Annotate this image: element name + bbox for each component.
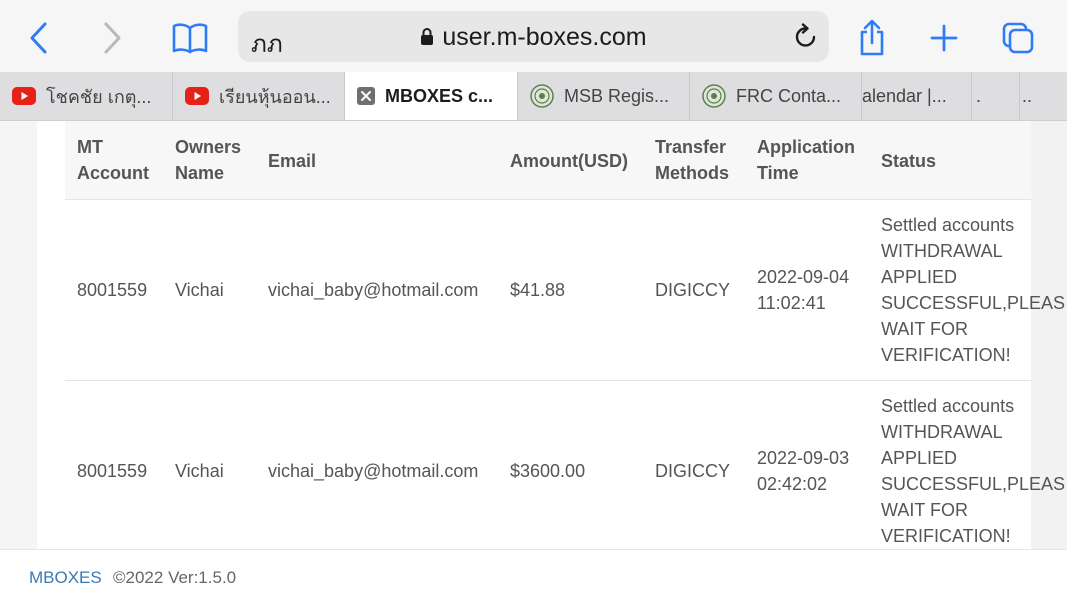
url-display: user.m-boxes.com [238, 23, 829, 52]
forward-button[interactable] [93, 18, 133, 58]
chevron-right-icon [104, 22, 121, 54]
book-icon [172, 23, 208, 54]
tab-mboxes-active[interactable]: MBOXES c... [345, 72, 518, 120]
cell-email: vichai_baby@hotmail.com [268, 280, 479, 300]
cell-method: DIGICCY [655, 461, 731, 481]
cell-status: Settled accounts WITHDRAWAL APPLIED SUCC… [881, 215, 1066, 365]
cell-amount: $3600.00 [510, 461, 586, 481]
cell-owner: Vichai [175, 280, 224, 300]
tab-label: เรียนหุ้นออน... [219, 86, 331, 107]
plus-icon [930, 24, 958, 52]
youtube-icon [185, 87, 209, 105]
close-tab-icon[interactable] [357, 87, 375, 105]
header-application-time: Application Time [757, 137, 855, 183]
header-transfer-methods: Transfer Methods [655, 137, 729, 183]
header-status: Status [881, 151, 937, 171]
seal-icon [530, 84, 554, 108]
cell-amount: $41.88 [510, 280, 566, 300]
tab-label: FRC Conta... [736, 85, 842, 106]
back-button[interactable] [18, 18, 58, 58]
cell-account: 8001559 [77, 461, 148, 481]
footer-version: ©2022 Ver:1.5.0 [113, 568, 237, 587]
tab-collapsed-2[interactable]: .. [1020, 72, 1067, 120]
tab-msb[interactable]: MSB Regis... [518, 72, 690, 120]
cell-time: 2022-09-04 11:02:41 [757, 267, 850, 313]
tab-label: MBOXES c... [385, 85, 494, 106]
tab-label: MSB Regis... [564, 85, 670, 106]
footer-brand-link[interactable]: MBOXES [29, 568, 102, 588]
cell-method: DIGICCY [655, 280, 731, 300]
address-bar[interactable]: ภภ user.m-boxes.com [238, 11, 829, 62]
cell-account: 8001559 [77, 280, 148, 300]
tab-youtube-1[interactable]: โชคชัย เกตุ... [0, 72, 173, 120]
tab-label: .. [1022, 85, 1033, 106]
cell-email: vichai_baby@hotmail.com [268, 461, 479, 481]
tab-frc[interactable]: FRC Conta... [690, 72, 862, 120]
cell-owner: Vichai [175, 461, 224, 481]
tabs-icon [1002, 22, 1034, 54]
tab-bar: โชคชัย เกตุ... เรียนหุ้นออน... MBOXES c.… [0, 72, 1067, 121]
browser-toolbar: ภภ user.m-boxes.com [0, 0, 1067, 72]
reload-icon [795, 23, 816, 47]
header-email: Email [268, 151, 317, 171]
url-text: user.m-boxes.com [442, 23, 647, 51]
table-row: 8001559 Vichai vichai_baby@hotmail.com $… [65, 200, 1065, 381]
cell-time: 2022-09-03 02:42:02 [757, 448, 850, 494]
page-footer: MBOXES ©2022 Ver:1.5.0 [0, 549, 1067, 601]
table-row: 8001559 Vichai vichai_baby@hotmail.com $… [65, 381, 1065, 551]
cell-status: Settled accounts WITHDRAWAL APPLIED SUCC… [881, 396, 1066, 546]
header-amount: Amount(USD) [510, 151, 628, 171]
tab-label: alendar |... [862, 85, 947, 106]
tab-calendar[interactable]: alendar |... [862, 72, 972, 120]
seal-icon [702, 84, 726, 108]
tabs-overview-button[interactable] [998, 18, 1038, 58]
share-icon [860, 19, 884, 56]
bookmarks-button[interactable] [170, 18, 210, 58]
share-button[interactable] [852, 18, 892, 58]
tab-label: . [976, 85, 982, 106]
tab-collapsed-1[interactable]: . [972, 72, 1020, 120]
table-header: MT Account Owners Name Email Amount(USD)… [65, 121, 1031, 200]
tab-label: โชคชัย เกตุ... [46, 86, 152, 107]
header-owners-name: Owners Name [175, 137, 242, 183]
header-mt-account: MT Account [77, 137, 149, 183]
new-tab-button[interactable] [924, 18, 964, 58]
reload-button[interactable] [793, 23, 819, 56]
lock-icon [421, 28, 434, 45]
youtube-icon [12, 87, 36, 105]
chevron-left-icon [30, 22, 47, 54]
tab-youtube-2[interactable]: เรียนหุ้นออน... [173, 72, 345, 120]
page-left-margin [0, 121, 37, 549]
